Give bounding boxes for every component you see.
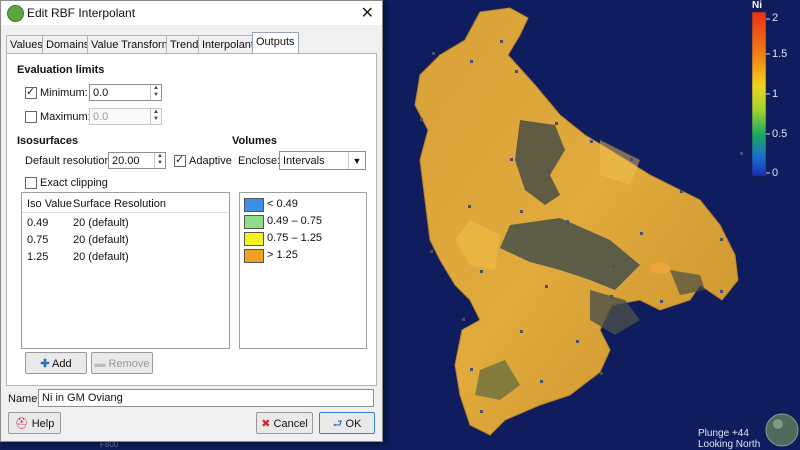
minimum-label: Minimum:	[40, 87, 88, 99]
enclose-label: Enclose:	[238, 155, 281, 167]
close-icon[interactable]: ✕	[361, 3, 374, 23]
ok-icon: ⮐	[332, 418, 343, 430]
resolution-spinner[interactable]: ▲ ▼	[154, 153, 165, 168]
minimum-value: 0.0	[93, 87, 109, 99]
orientation-ball	[765, 413, 799, 447]
volumes-heading: Volumes	[232, 135, 278, 147]
help-button[interactable]: ⛑ Help	[8, 412, 61, 434]
outputs-panel: Evaluation limits Minimum: 0.0 ▲▼ Maximu…	[6, 53, 377, 386]
name-label: Name:	[8, 393, 41, 405]
tab-outputs[interactable]: Outputs	[252, 32, 299, 54]
volume-item[interactable]: 0.75 – 1.25	[267, 232, 322, 244]
legend-title: Ni	[752, 0, 762, 11]
tab-trend[interactable]: Trend	[166, 35, 203, 54]
table-row-res[interactable]: 20 (default)	[73, 217, 129, 229]
plunge-label: Plunge +44	[698, 428, 749, 439]
default-resolution-input[interactable]: 20.00 ▲ ▼	[108, 152, 166, 169]
dialog-title: Edit RBF Interpolant	[27, 6, 136, 20]
edit-rbf-dialog: Edit RBF Interpolant ✕ Values Domains Va…	[0, 0, 383, 442]
tab-domains[interactable]: Domains	[42, 35, 94, 54]
volume-item[interactable]: < 0.49	[267, 198, 298, 210]
add-label: Add	[52, 358, 72, 370]
volume-item[interactable]: > 1.25	[267, 249, 298, 261]
remove-label: Remove	[108, 358, 150, 370]
enclose-value: Intervals	[283, 155, 325, 167]
legend-tick: 0	[772, 167, 779, 179]
cancel-icon: ✖	[261, 418, 271, 430]
app-icon	[7, 5, 24, 22]
remove-icon: ▬	[94, 358, 106, 370]
adaptive-label: Adaptive	[189, 155, 232, 167]
legend-colorbar	[751, 11, 767, 177]
volume-swatch	[244, 232, 264, 246]
volume-swatch	[244, 198, 264, 212]
add-button[interactable]: ✚ Add	[25, 352, 87, 374]
minimum-spinner[interactable]: ▲ ▼	[150, 85, 161, 100]
table-row-res[interactable]: 20 (default)	[73, 234, 129, 246]
chevron-down-icon[interactable]: ▼	[348, 152, 365, 169]
ok-label: OK	[345, 418, 362, 430]
volume-swatch	[244, 215, 264, 229]
column-header-surface-resolution[interactable]: Surface Resolution	[73, 198, 166, 210]
name-input[interactable]: Ni in GM Oviang	[38, 389, 374, 407]
tab-value-transform[interactable]: Value Transform	[87, 35, 175, 54]
default-resolution-label: Default resolution:	[25, 155, 114, 167]
exact-clipping-checkbox[interactable]	[25, 177, 37, 189]
maximum-spinner[interactable]: ▲ ▼	[150, 109, 161, 124]
evaluation-limits-heading: Evaluation limits	[17, 64, 105, 76]
volume-swatch	[244, 249, 264, 263]
add-icon: ✚	[40, 358, 50, 370]
cancel-button[interactable]: ✖ Cancel	[256, 412, 313, 434]
maximum-value: 0.0	[93, 111, 109, 123]
legend-tick: 1.5	[772, 48, 788, 60]
table-row-res[interactable]: 20 (default)	[73, 251, 129, 263]
enclose-select[interactable]: Intervals ▼	[279, 151, 366, 170]
table-row-iso[interactable]: 0.75	[27, 234, 48, 246]
maximum-label: Maximum:	[40, 111, 91, 123]
remove-button[interactable]: ▬ Remove	[91, 352, 153, 374]
exact-clipping-label: Exact clipping	[40, 177, 108, 189]
legend-tick: 1	[772, 88, 779, 100]
isosurface-table[interactable]: Iso Value Surface Resolution 0.49 20 (de…	[21, 192, 230, 349]
volumes-list[interactable]: < 0.49 0.49 – 0.75 0.75 – 1.25 > 1.25	[239, 192, 367, 349]
maximum-checkbox[interactable]	[25, 111, 37, 123]
tab-interpolant[interactable]: Interpolant	[198, 35, 258, 54]
tab-values[interactable]: Values	[6, 35, 47, 54]
minimum-input[interactable]: 0.0 ▲ ▼	[89, 84, 162, 101]
ok-button[interactable]: ⮐ OK	[319, 412, 375, 434]
isosurfaces-heading: Isosurfaces	[17, 135, 79, 147]
maximum-input[interactable]: 0.0 ▲ ▼	[89, 108, 162, 125]
table-row-iso[interactable]: 0.49	[27, 217, 48, 229]
help-label: Help	[31, 418, 55, 430]
column-header-iso-value[interactable]: Iso Value	[27, 198, 72, 210]
legend-tick: 0.5	[772, 128, 788, 140]
minimum-checkbox[interactable]	[25, 85, 37, 99]
default-resolution-value: 20.00	[112, 155, 140, 167]
table-row-iso[interactable]: 1.25	[27, 251, 48, 263]
cancel-label: Cancel	[273, 418, 308, 430]
adaptive-checkbox[interactable]	[174, 153, 186, 167]
looking-label: Looking North	[698, 439, 761, 450]
name-value: Ni in GM Oviang	[42, 392, 123, 404]
volume-item[interactable]: 0.49 – 0.75	[267, 215, 322, 227]
dialog-titlebar[interactable]: Edit RBF Interpolant ✕	[1, 1, 382, 25]
help-icon: ⛑	[14, 418, 29, 430]
legend-tick: 2	[772, 12, 779, 24]
